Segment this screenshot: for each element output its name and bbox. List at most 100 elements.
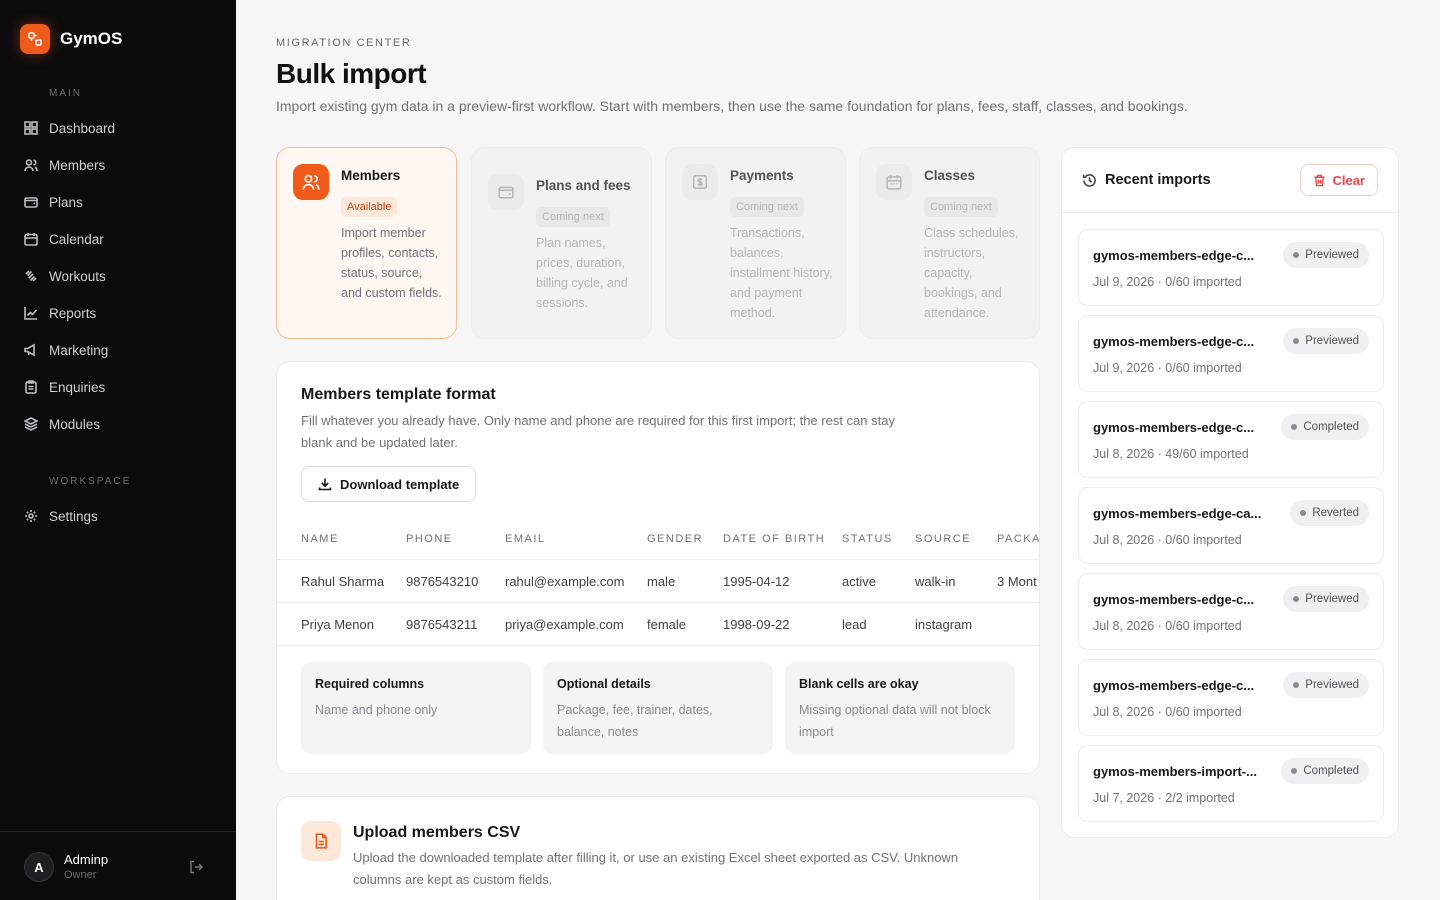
table-cell: walk-in xyxy=(915,574,956,589)
download-template-label: Download template xyxy=(340,476,460,492)
gear-icon xyxy=(25,510,37,522)
status-badge: Completed xyxy=(1281,758,1369,784)
brand[interactable]: GymOS xyxy=(20,24,122,54)
table-cell: Rahul Sharma xyxy=(301,574,385,589)
table-cell: active xyxy=(842,574,876,589)
upload-title: Upload members CSV xyxy=(353,824,521,841)
import-history-item[interactable]: gymos-members-edge-c... Jul 8, 2026 · 49… xyxy=(1078,401,1384,478)
sidebar-item-label: Settings xyxy=(49,508,98,524)
table-cell: lead xyxy=(842,617,867,632)
upload-panel: Upload members CSV Upload the downloaded… xyxy=(276,796,1040,900)
sidebar-item-settings[interactable]: Settings xyxy=(24,506,98,526)
column-header: NAME xyxy=(301,533,339,545)
column-header: EMAIL xyxy=(505,533,546,545)
sidebar-item-dashboard[interactable]: Dashboard xyxy=(24,118,115,138)
gymos-logo-icon xyxy=(20,24,50,54)
divider xyxy=(277,559,1039,560)
grid-icon xyxy=(24,121,38,135)
sidebar-item-label: Modules xyxy=(49,416,101,432)
import-type-members[interactable]: Members Available Import member profiles… xyxy=(276,147,457,339)
template-description: Fill whatever you already have. Only nam… xyxy=(301,413,895,450)
sidebar-item-enquiries[interactable]: Enquiries xyxy=(24,377,105,397)
sidebar-item-label: Plans xyxy=(49,194,83,210)
import-meta: Jul 7, 2026 · 2/2 imported xyxy=(1093,791,1235,805)
import-history-item[interactable]: gymos-members-edge-c... Jul 8, 2026 · 0/… xyxy=(1078,659,1384,736)
dollar-icon xyxy=(682,164,718,200)
sidebar-item-marketing[interactable]: Marketing xyxy=(24,340,108,360)
user-name: Adminp xyxy=(64,852,109,867)
import-meta: Jul 8, 2026 · 0/60 imported xyxy=(1093,533,1242,547)
wallet-icon xyxy=(488,174,524,210)
download-template-button[interactable]: Download template xyxy=(301,466,477,502)
import-history-item[interactable]: gymos-members-edge-ca... Jul 8, 2026 · 0… xyxy=(1078,487,1384,564)
column-header: PHONE xyxy=(406,533,453,545)
import-history-item[interactable]: gymos-members-edge-c... Jul 9, 2026 · 0/… xyxy=(1078,229,1384,306)
status-badge: Previewed xyxy=(1283,586,1369,612)
page-eyebrow: MIGRATION CENTER xyxy=(276,37,412,49)
status-badge: Previewed xyxy=(1283,328,1369,354)
table-cell: 9876543210 xyxy=(406,574,479,589)
table-cell: 1998-09-22 xyxy=(723,617,790,632)
sidebar-item-reports[interactable]: Reports xyxy=(24,303,96,323)
sidebar-item-plans[interactable]: Plans xyxy=(24,192,83,212)
import-history-item[interactable]: gymos-members-edge-c... Jul 8, 2026 · 0/… xyxy=(1078,573,1384,650)
info-required-columns: Required columns Name and phone only xyxy=(301,662,531,754)
column-header: DATE OF BIRTH xyxy=(723,533,826,545)
sidebar-item-workouts[interactable]: Workouts xyxy=(24,266,106,286)
avatar[interactable]: A xyxy=(24,852,54,882)
status-badge: Completed xyxy=(1281,414,1369,440)
import-type-payments: Payments Coming next Transactions, balan… xyxy=(665,147,846,339)
status-badge: Reverted xyxy=(1290,500,1369,526)
import-meta: Jul 9, 2026 · 0/60 imported xyxy=(1093,275,1242,289)
sidebar-item-members[interactable]: Members xyxy=(24,155,105,175)
import-file-name: gymos-members-edge-c... xyxy=(1093,248,1255,263)
import-type-title: Classes xyxy=(924,168,976,183)
layers-icon xyxy=(24,417,38,431)
table-cell: rahul@example.com xyxy=(505,574,625,589)
logout-icon[interactable] xyxy=(188,859,204,875)
sidebar-item-label: Workouts xyxy=(49,268,106,284)
page-description: Import existing gym data in a preview-fi… xyxy=(276,98,1188,114)
calendar-icon xyxy=(24,233,38,246)
import-type-description: Class schedules, instructors, capacity, … xyxy=(924,226,1019,320)
import-file-name: gymos-members-edge-ca... xyxy=(1093,506,1262,521)
column-header: GENDER xyxy=(647,533,704,545)
status-badge: Coming next xyxy=(924,197,998,217)
file-icon xyxy=(301,821,341,861)
import-file-name: gymos-members-edge-c... xyxy=(1093,678,1255,693)
recent-imports-panel: Recent imports Clear gymos-members-edge-… xyxy=(1061,147,1399,838)
import-type-title: Payments xyxy=(730,168,794,183)
import-type-description: Import member profiles, contacts, status… xyxy=(341,226,442,300)
upload-description: Upload the downloaded template after fil… xyxy=(353,850,959,887)
import-file-name: gymos-members-import-... xyxy=(1093,764,1257,779)
column-header: PACKA xyxy=(997,533,1040,545)
history-icon xyxy=(1082,174,1096,187)
clear-button[interactable]: Clear xyxy=(1300,164,1378,196)
sidebar-item-modules[interactable]: Modules xyxy=(24,414,100,434)
import-history-item[interactable]: gymos-members-edge-c... Jul 9, 2026 · 0/… xyxy=(1078,315,1384,392)
info-title: Optional details xyxy=(557,677,651,691)
sidebar-item-calendar[interactable]: Calendar xyxy=(24,229,104,249)
import-type-title: Members xyxy=(341,168,401,183)
import-history-item[interactable]: gymos-members-import-... Jul 7, 2026 · 2… xyxy=(1078,745,1384,822)
table-cell: instagram xyxy=(915,617,973,632)
template-format-panel: Members template format Fill whatever yo… xyxy=(276,361,1040,774)
info-blank-cells: Blank cells are okay Missing optional da… xyxy=(785,662,1015,754)
sidebar-item-label: Reports xyxy=(49,305,97,321)
recent-imports-header: Recent imports Clear xyxy=(1062,148,1398,213)
sidebar-item-label: Dashboard xyxy=(49,120,116,136)
info-text: Package, fee, trainer, dates, balance, n… xyxy=(557,703,713,739)
divider xyxy=(277,602,1039,603)
table-cell: male xyxy=(647,574,676,589)
sidebar-item-label: Enquiries xyxy=(49,379,106,395)
status-badge: Coming next xyxy=(730,197,804,217)
download-icon xyxy=(318,478,332,491)
status-badge: Coming next xyxy=(536,207,610,227)
table-cell: female xyxy=(647,617,687,632)
info-title: Blank cells are okay xyxy=(799,677,919,691)
import-meta: Jul 9, 2026 · 0/60 imported xyxy=(1093,361,1242,375)
user-footer: A Adminp Owner xyxy=(0,831,236,900)
import-meta: Jul 8, 2026 · 0/60 imported xyxy=(1093,619,1242,633)
table-cell: priya@example.com xyxy=(505,617,624,632)
nav-section-workspace: WORKSPACE xyxy=(49,476,132,487)
